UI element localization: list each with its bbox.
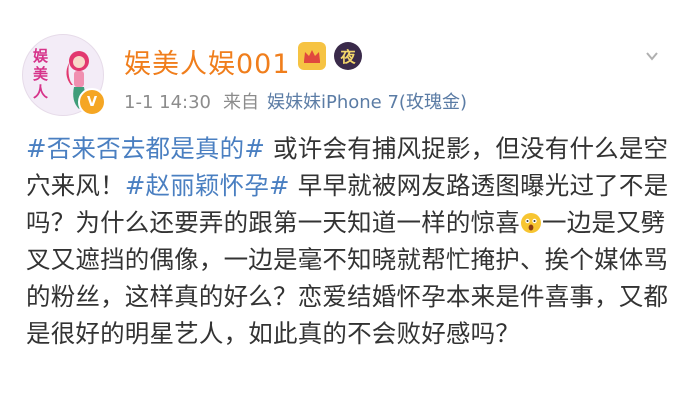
username[interactable]: 娱美人娱001	[124, 42, 291, 81]
weibo-post: 娱 美 人 V 娱美人娱001 夜 1-1 14:30 来自 娱妹妹iPhone 7…	[0, 0, 700, 418]
crown-icon[interactable]	[298, 42, 326, 70]
crown-icon-glyph	[304, 50, 320, 63]
night-badge[interactable]: 夜	[334, 42, 362, 70]
post-time[interactable]: 1-1 14:30	[124, 92, 211, 113]
post-content: #否来否去都是真的# 或许会有捕风捉影，但没有什么是空穴来风！#赵丽颖怀孕# 早…	[26, 130, 676, 352]
source-prefix: 来自	[223, 92, 259, 113]
post-meta: 1-1 14:30 来自 娱妹妹iPhone 7(玫瑰金)	[124, 88, 467, 114]
verified-badge: V	[78, 88, 106, 116]
chevron-down-icon[interactable]	[644, 48, 660, 64]
shocked-face-emoji	[521, 213, 541, 233]
hashtag-link[interactable]: #否来否去都是真的#	[26, 134, 265, 163]
hashtag-link[interactable]: #赵丽颖怀孕#	[125, 171, 290, 200]
post-source[interactable]: 娱妹妹iPhone 7(玫瑰金)	[267, 92, 467, 113]
